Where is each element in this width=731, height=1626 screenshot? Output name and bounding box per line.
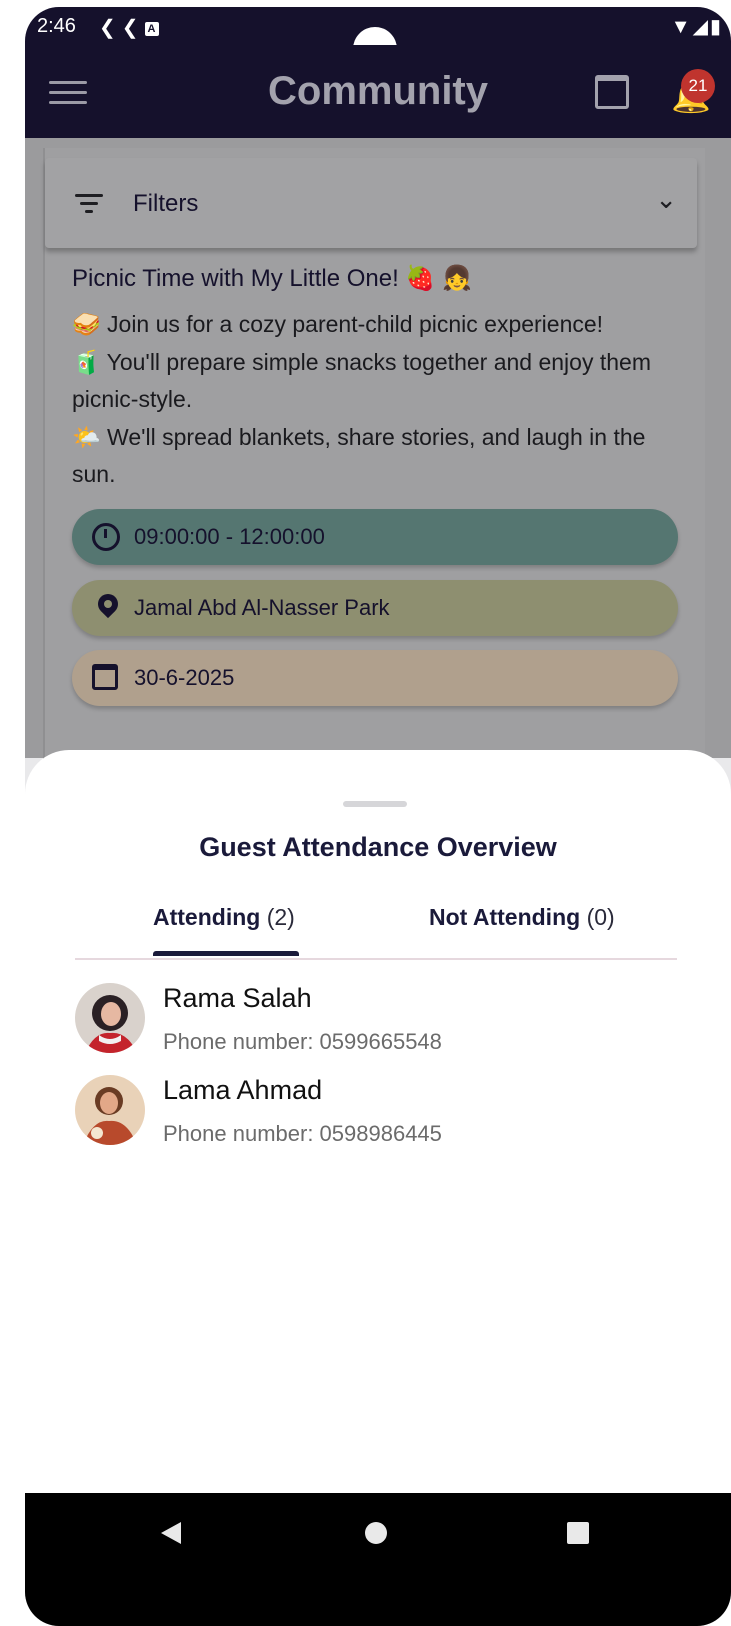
recent-apps-icon[interactable] bbox=[567, 1522, 589, 1544]
tab-label: Not Attending bbox=[429, 904, 581, 930]
filters-dropdown[interactable]: Filters ⌄ bbox=[45, 158, 697, 248]
status-right-icons: ▼◢▮ bbox=[671, 14, 723, 39]
guest-list-item[interactable]: Rama Salah Phone number: 0599665548 bbox=[75, 983, 675, 1063]
feed-content: Filters ⌄ Picnic Time with My Little One… bbox=[25, 138, 731, 848]
description-line: 🧃 You'll prepare simple snacks together … bbox=[72, 348, 651, 413]
tab-count: (2) bbox=[266, 904, 295, 930]
status-notification-icons: ❮❮ A bbox=[99, 15, 159, 40]
clock-icon bbox=[92, 523, 120, 551]
sheet-drag-handle[interactable] bbox=[343, 801, 407, 807]
signal-icon: ◢ bbox=[692, 16, 710, 38]
attendance-tabs: Attending (2) Not Attending (0) bbox=[75, 890, 677, 960]
notification-badge: 21 bbox=[681, 69, 715, 103]
tab-label: Attending bbox=[153, 904, 261, 930]
chevron-down-icon: ⌄ bbox=[655, 184, 677, 214]
selected-tab-indicator bbox=[153, 951, 299, 956]
guest-phone: Phone number: 0599665548 bbox=[163, 1029, 442, 1054]
attendance-bottom-sheet: Guest Attendance Overview Attending (2) … bbox=[25, 750, 731, 1510]
app-bar: Community 🔔 21 bbox=[25, 45, 731, 138]
filter-icon bbox=[75, 192, 103, 214]
event-date-pill: 30-6-2025 bbox=[72, 650, 678, 706]
guest-phone: Phone number: 0598986445 bbox=[163, 1121, 442, 1146]
status-time: 2:46 bbox=[37, 15, 76, 37]
sheet-title: Guest Attendance Overview bbox=[199, 832, 557, 862]
event-time: 09:00:00 - 12:00:00 bbox=[134, 524, 325, 549]
location-pin-icon bbox=[93, 589, 123, 619]
system-nav-bar bbox=[25, 1493, 731, 1626]
filters-label: Filters bbox=[133, 190, 199, 217]
event-card bbox=[43, 148, 705, 848]
tab-count: (0) bbox=[586, 904, 615, 930]
calendar-icon[interactable] bbox=[595, 75, 629, 109]
guest-name: Lama Ahmad bbox=[163, 1075, 323, 1105]
flutter-icon: ❮ bbox=[99, 17, 122, 39]
event-description: 🥪 Join us for a cozy parent-child picnic… bbox=[72, 306, 672, 494]
description-line: 🌤️ We'll spread blankets, share stories,… bbox=[72, 423, 646, 488]
wifi-icon: ▼ bbox=[670, 16, 693, 38]
event-title: Picnic Time with My Little One! 🍓 👧 bbox=[72, 265, 472, 292]
event-time-pill: 09:00:00 - 12:00:00 bbox=[72, 509, 678, 565]
event-date: 30-6-2025 bbox=[134, 665, 235, 690]
tab-not-attending[interactable]: Not Attending (0) bbox=[429, 904, 615, 931]
flutter-icon: ❮ bbox=[121, 17, 145, 39]
a-box-icon: A bbox=[144, 22, 159, 36]
guest-name: Rama Salah bbox=[163, 983, 312, 1013]
battery-icon: ▮ bbox=[709, 16, 723, 38]
event-location: Jamal Abd Al-Nasser Park bbox=[134, 595, 390, 620]
home-icon[interactable] bbox=[365, 1522, 387, 1544]
guest-list-item[interactable]: Lama Ahmad Phone number: 0598986445 bbox=[75, 1075, 675, 1155]
calendar-icon bbox=[92, 664, 118, 690]
back-icon[interactable] bbox=[161, 1522, 181, 1544]
avatar bbox=[75, 1075, 145, 1145]
phone-screen: 2:46 ❮❮A ▼◢▮ Community 🔔 21 Filters ⌄ Pi… bbox=[25, 7, 731, 1626]
avatar bbox=[75, 983, 145, 1053]
event-location-pill[interactable]: Jamal Abd Al-Nasser Park bbox=[72, 580, 678, 636]
description-line: 🥪 Join us for a cozy parent-child picnic… bbox=[72, 311, 604, 337]
tab-attending[interactable]: Attending (2) bbox=[153, 904, 295, 931]
